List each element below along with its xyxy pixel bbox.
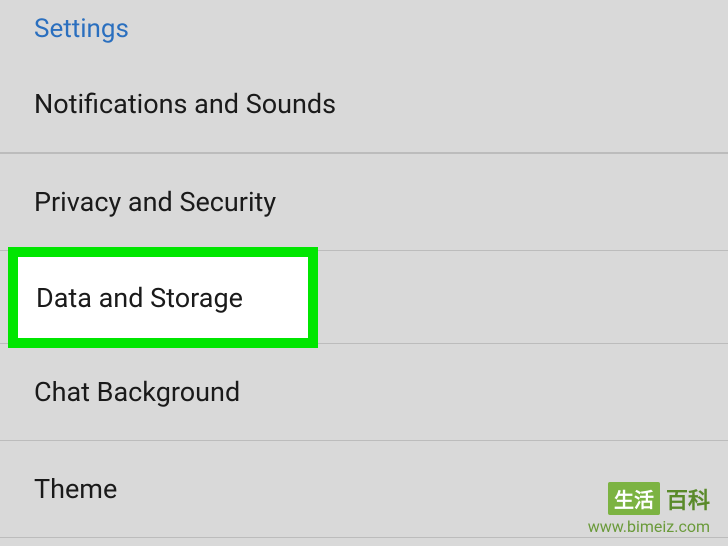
settings-menu-list: Notifications and Sounds Privacy and Sec… [0, 62, 728, 538]
highlight-label: Data and Storage [36, 282, 243, 314]
menu-item-label: Notifications and Sounds [34, 88, 336, 120]
menu-item-label: Privacy and Security [34, 186, 276, 218]
watermark-logo: 生活 百科 [608, 482, 710, 515]
watermark-badge: 生活 [608, 482, 660, 515]
menu-item-privacy-security[interactable]: Privacy and Security [0, 153, 728, 251]
watermark-text: 百科 [666, 483, 710, 515]
watermark-url: www.bimeiz.com [588, 517, 710, 536]
menu-item-notifications-sounds[interactable]: Notifications and Sounds [0, 62, 728, 153]
menu-item-label: Chat Background [34, 376, 240, 408]
highlight-box: Data and Storage [8, 247, 318, 348]
settings-section-header: Settings [0, 0, 728, 62]
menu-item-label: Theme [34, 473, 117, 505]
menu-item-chat-background[interactable]: Chat Background [0, 344, 728, 441]
highlight-callout: Data and Storage Data and Storage [0, 251, 728, 344]
watermark: 生活 百科 www.bimeiz.com [588, 482, 710, 536]
